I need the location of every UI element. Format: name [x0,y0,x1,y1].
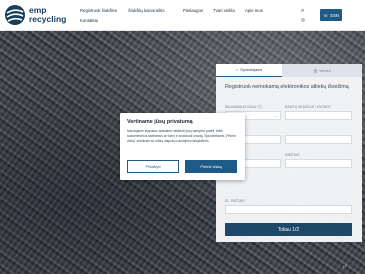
customize-cookies-button[interactable]: Pritaikyti [127,160,179,173]
chevron-down-icon: ⌄ [274,113,278,118]
email-label: EL. PAŠTAS* [225,199,246,203]
quantity-weight-label: DAIKTŲ SKAIČIUS / SVORIS* [285,105,331,109]
email-input[interactable] [225,205,352,214]
nav-item-price-list[interactable]: Šiukšlių kainoraštis [128,8,165,13]
nav-item-register-waste[interactable]: Registruok šiukšles [80,8,117,13]
city-label: MIESTAS [285,153,300,157]
phone-input[interactable] [285,135,352,144]
cookie-consent-dialog: Vertiname jūsų privatumą Naudojame slapu… [120,113,245,180]
logo-text: emp recycling [29,6,66,24]
next-step-button[interactable]: Toliau 1/2 [225,223,352,236]
language-icon[interactable]: ◎ [301,17,305,23]
phone-icon: ☏ [323,12,329,18]
language-switcher[interactable]: LT [343,265,347,269]
tab-business-label: Verslui [319,68,331,73]
form-title: Registruok nemokamą elektronikos atliekų… [225,84,349,90]
logo-icon [5,5,25,25]
site-header: emp recycling Registruok šiukšles Šiukšl… [0,0,365,31]
nav-item-contacts[interactable]: Kontaktai [80,18,98,23]
house-icon: ⌂ [235,68,239,72]
search-icon[interactable]: ⌕ [301,8,304,15]
logo[interactable]: emp recycling [4,4,66,26]
waste-type-label: ŠALINAMA ATLIEKA * [225,105,259,109]
info-icon[interactable]: ⓘ [258,104,262,110]
building-icon: ▥ [313,69,318,73]
nav-item-services[interactable]: Paslaugos [183,8,203,13]
cookie-dialog-title: Vertiname jūsų privatumą [127,119,193,125]
tab-residents-label: Gyventojams [240,68,263,72]
quantity-weight-input[interactable] [285,111,352,120]
header-cta-label: ESN [330,12,339,18]
logo-line-2: recycling [29,14,67,24]
header-cta-button[interactable]: ☏ ESN [320,9,342,21]
nav-item-sustainability[interactable]: Tvari veikla [213,8,235,13]
city-input[interactable] [285,159,352,168]
tab-business[interactable]: ▥ Verslui [282,64,362,77]
cookie-dialog-text: Naudojame slapukus siekdami užtikrinti j… [127,129,236,143]
accept-all-cookies-button[interactable]: Priimti viską [185,160,237,173]
form-tabs: ⌂ Gyventojams ▥ Verslui [216,64,362,77]
tab-residents[interactable]: ⌂ Gyventojams [216,64,282,77]
nav-item-about[interactable]: Apie mus [245,8,263,13]
